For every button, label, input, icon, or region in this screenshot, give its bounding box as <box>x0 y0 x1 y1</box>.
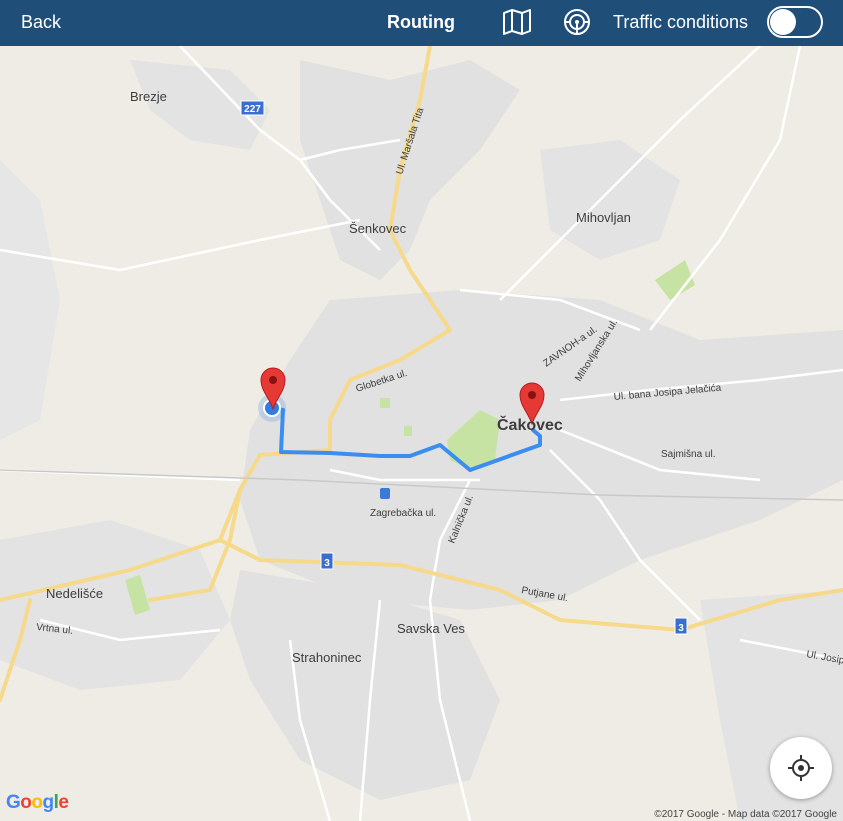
map-canvas[interactable]: 227 3 3 Brezje Šenkovec Mihovljan Čakove… <box>0 46 843 821</box>
road-shield-3-east-label: 3 <box>678 623 684 634</box>
traffic-conditions-label: Traffic conditions <box>613 12 749 32</box>
place-label-brezje: Brezje <box>130 89 167 104</box>
place-label-cakovec: Čakovec <box>497 415 563 434</box>
place-label-strahoninec: Strahoninec <box>292 650 362 665</box>
google-logo: Google <box>6 792 69 813</box>
locate-me-button[interactable] <box>770 737 832 799</box>
road-shield-3-label: 3 <box>324 558 330 569</box>
bus-stop-icon <box>380 488 390 499</box>
map-icon[interactable] <box>502 8 532 36</box>
street-label-sajmisna: Sajmišna ul. <box>661 449 715 460</box>
road-shield-227-label: 227 <box>244 104 261 115</box>
place-label-savska-ves: Savska Ves <box>397 621 465 636</box>
place-label-nedelisce: Nedelišće <box>46 586 103 601</box>
crosshair-icon <box>788 755 814 781</box>
page-title: Routing <box>387 12 455 32</box>
park <box>404 426 412 436</box>
place-label-senkovec: Šenkovec <box>349 221 407 236</box>
map-copyright: ©2017 Google - Map data ©2017 Google <box>654 809 837 820</box>
place-label-mihovljan: Mihovljan <box>576 210 631 225</box>
road-shield-3-east: 3 <box>674 617 688 635</box>
back-button[interactable]: Back <box>21 12 61 33</box>
park <box>380 398 390 408</box>
traffic-conditions-toggle[interactable] <box>767 6 823 38</box>
road-shield-227: 227 <box>240 100 265 116</box>
street-label-zagrebacka: Zagrebačka ul. <box>370 508 436 519</box>
road-shield-3: 3 <box>320 552 334 570</box>
top-bar: Back Routing Traffic conditions <box>0 0 843 46</box>
toggle-knob <box>770 9 796 35</box>
steering-wheel-icon[interactable] <box>562 8 592 36</box>
